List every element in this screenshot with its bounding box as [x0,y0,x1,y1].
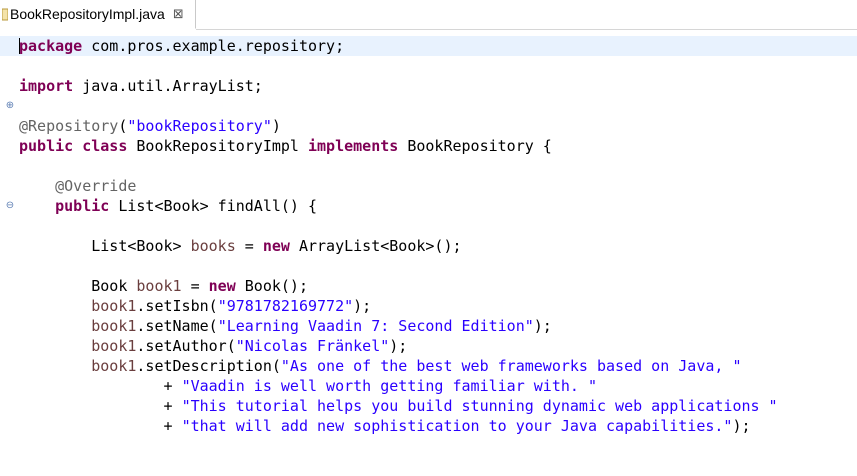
keyword: implements [308,137,399,155]
class-name: BookRepositoryImpl [127,137,308,155]
local-variable: book1 [91,357,137,375]
code-line-book1-new[interactable]: Book book1 = new Book(); [0,276,857,296]
string-literal: "Learning Vaadin 7: Second Edition" [217,317,534,335]
method-signature: List<Book> findAll() { [109,197,318,215]
statement-end: ); [732,417,751,435]
local-variable: book1 [91,317,137,335]
local-variable: books [190,237,236,255]
code-line-description-continued-3[interactable]: + "that will add new sophistication to y… [0,416,857,436]
close-icon[interactable]: ⊠ [173,8,184,21]
string-literal: "bookRepository" [127,117,272,135]
string-literal: "Vaadin is well worth getting familiar w… [181,377,597,395]
paren: ) [271,117,281,135]
interface-name: BookRepository { [398,137,552,155]
keyword: import [19,77,74,95]
local-variable: book1 [136,277,182,295]
code-line-import[interactable]: ⊕ import java.util.ArrayList; [0,76,857,111]
local-variable: book1 [91,297,137,315]
code-line-set-author[interactable]: book1.setAuthor("Nicolas Fränkel"); [0,336,857,356]
java-file-icon [2,7,8,21]
fold-expand-icon[interactable]: ⊕ [4,96,16,116]
operator: + [163,377,182,395]
operator: = [235,237,263,255]
tab-label: BookRepositoryImpl.java [10,6,165,22]
code-line-set-isbn[interactable]: book1.setIsbn("9781782169772"); [0,296,857,316]
code-line-set-description[interactable]: book1.setDescription("As one of the best… [0,356,857,376]
tab-bookrepositoryimpl-java[interactable]: BookRepositoryImpl.java ⊠ [0,0,196,29]
constructor-call: ArrayList<Book>(); [289,237,462,255]
code-line-description-continued-1[interactable]: + "Vaadin is well worth getting familiar… [0,376,857,396]
code-line-annotation[interactable]: @Repository("bookRepository") [0,116,857,136]
code-line-1[interactable]: package com.pros.example.repository; [0,36,857,56]
keyword: new [208,277,236,295]
keyword: new [262,237,290,255]
string-literal: "This tutorial helps you build stunning … [181,397,778,415]
keyword: package [19,37,83,55]
code-line-override[interactable]: ⊖ @Override [0,176,857,211]
keyword: public class [19,137,128,155]
type-name: List<Book> [91,237,191,255]
method-call: .setDescription( [136,357,281,375]
type-name: Book [91,277,137,295]
annotation: @Override [55,177,137,195]
method-call: .setName( [136,317,218,335]
keyword: public [55,197,110,215]
code-line-set-name[interactable]: book1.setName("Learning Vaadin 7: Second… [0,316,857,336]
code-line-class-declaration[interactable]: public class BookRepositoryImpl implemen… [0,136,857,156]
editor-tab-bar: BookRepositoryImpl.java ⊠ [0,0,857,30]
statement-end: ); [533,317,552,335]
operator: = [181,277,209,295]
code-line-method-declaration[interactable]: public List<Book> findAll() { [0,196,857,216]
statement-end: ); [389,337,408,355]
import-path: java.util.ArrayList; [73,77,263,95]
statement-end: ); [353,297,372,315]
constructor-call: Book(); [235,277,308,295]
string-literal: "As one of the best web frameworks based… [280,357,742,375]
string-literal: "that will add new sophistication to you… [181,417,733,435]
annotation: @Repository [19,117,119,135]
local-variable: book1 [91,337,137,355]
code-line-books-list[interactable]: List<Book> books = new ArrayList<Book>()… [0,236,857,256]
operator: + [163,417,182,435]
operator: + [163,397,182,415]
string-literal: "Nicolas Fränkel" [235,337,390,355]
method-call: .setAuthor( [136,337,236,355]
code-editor[interactable]: package com.pros.example.repository; ⊕ i… [0,30,857,450]
string-literal: "9781782169772" [217,297,354,315]
package-name: com.pros.example.repository; [82,37,345,55]
method-call: .setIsbn( [136,297,218,315]
code-line-description-continued-2[interactable]: + "This tutorial helps you build stunnin… [0,396,857,416]
